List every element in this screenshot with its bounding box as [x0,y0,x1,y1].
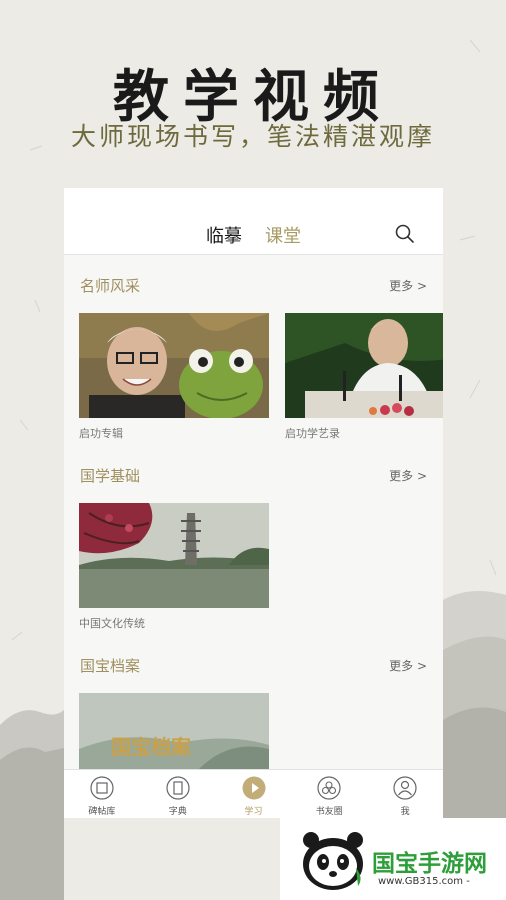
nav-label: 书友圈 [315,807,343,817]
more-link-basics[interactable]: 更多 > [389,467,427,484]
video-caption: 启功学艺录 [285,427,340,440]
watermark-url: www.GB315.com - [378,876,470,887]
nav-item-study[interactable]: 学习 [216,770,292,818]
section-title-basics: 国学基础 [80,467,141,485]
app-screen: 临摹 课堂 名师风采 更多 > 启功专辑 启功学艺录 国学基础 更多 > 中国文… [64,188,443,818]
promo-subtitle: 大师现场书写，笔法精湛观摩 [70,122,435,151]
tab-classroom[interactable]: 课堂 [265,222,301,248]
more-link-masters[interactable]: 更多 > [389,277,427,294]
video-thumbnail [79,503,269,608]
video-card[interactable]: 国宝档案 [79,693,269,769]
search-icon[interactable] [394,223,416,245]
nav-item-calligraphy-library[interactable]: 碑帖库 [64,770,140,818]
nav-item-dictionary[interactable]: 字典 [140,770,216,818]
user-icon [393,776,417,800]
video-caption: 中国文化传统 [79,617,145,630]
bottom-nav: 碑帖库 字典 学习 书友圈 我 [64,769,443,818]
watermark: 国宝手游网 www.GB315.com - [280,818,506,900]
video-thumbnail [285,313,443,418]
section-title-archives: 国宝档案 [80,657,141,675]
video-card[interactable]: 启功学艺录 [285,313,443,441]
top-tab-bar: 临摹 课堂 [64,188,443,255]
nav-label: 字典 [168,807,187,817]
nav-item-me[interactable]: 我 [367,770,443,818]
video-card[interactable]: 启功专辑 [79,313,269,441]
nav-label: 学习 [244,807,263,817]
watermark-brand: 国宝手游网 [372,851,487,877]
video-thumbnail [79,313,269,418]
panda-logo-icon [303,832,363,890]
nav-label: 碑帖库 [88,807,116,817]
calligraphy-book-icon [90,776,114,800]
video-thumbnail: 国宝档案 [79,693,269,769]
nav-label: 我 [400,807,410,817]
section-title-masters: 名师风采 [80,277,141,295]
tab-copy[interactable]: 临摹 [206,222,242,248]
nav-item-friends-circle[interactable]: 书友圈 [291,770,367,818]
play-icon [242,776,266,800]
video-card[interactable]: 中国文化传统 [79,503,269,631]
circle-icon [317,776,341,800]
archive-overlay-text: 国宝档案 [111,735,191,759]
more-link-archives[interactable]: 更多 > [389,657,427,674]
dictionary-icon [166,776,190,800]
video-caption: 启功专辑 [79,427,123,440]
